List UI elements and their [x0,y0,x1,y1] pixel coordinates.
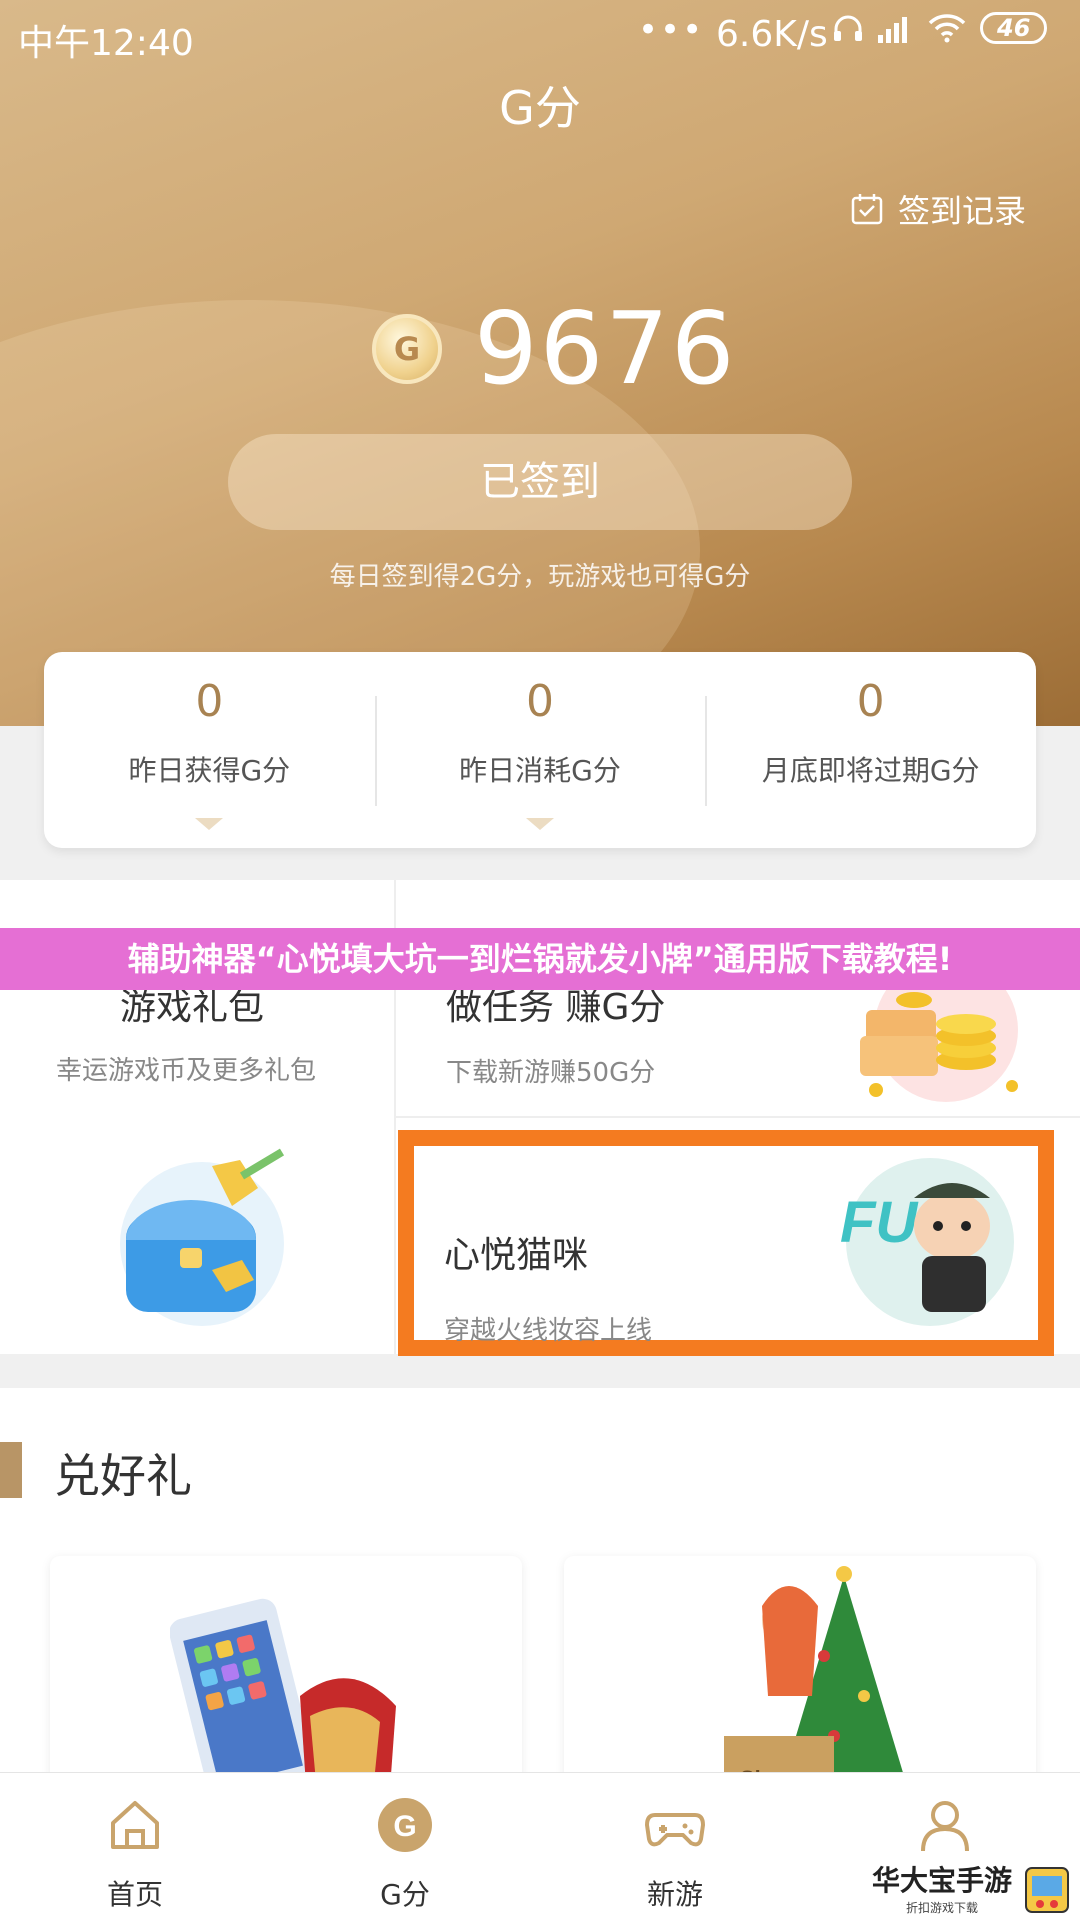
points-stats-card: 0 昨日获得G分 0 昨日消耗G分 0 月底即将过期G分 [44,652,1036,848]
sign-in-record-button[interactable]: 签到记录 [850,186,1026,232]
gift-pack-subtitle: 幸运游戏币及更多礼包 [56,1056,317,1086]
g-coin-icon: G [372,313,442,384]
headphones-icon [834,15,862,41]
sign-in-hint: 每日签到得2G分，玩游戏也可得G分 [329,562,751,592]
tab-label: 首页 [106,1878,163,1911]
g-coin-icon: G [378,1798,432,1852]
user-icon [921,1801,969,1852]
cat-card[interactable]: 心悦猫咪 穿越火线妆容上线 FUN [398,1130,1054,1356]
stat-value: 0 [526,676,554,727]
stat-label: 月底即将过期G分 [761,754,980,787]
watermark-tagline: 折扣游戏下载 [905,1901,978,1915]
cat-title: 心悦猫咪 [444,1235,589,1276]
points-value: 9676 [474,290,737,407]
exchange-title: 兑好礼 [54,1449,192,1503]
task-card[interactable]: 做任务 赚G分 下载新游赚50G分 [396,880,1080,1116]
promo-banner[interactable]: 辅助神器“心悦填大坑一到烂锅就发小牌”通用版下载教程! [0,928,1080,990]
stat-label: 昨日消耗G分 [459,754,621,787]
calendar-check-icon [851,194,883,225]
cat-soldier-image: FUN [840,1158,1014,1326]
watermark-text: 华大宝手游 折扣游戏下载 [872,1859,1012,1916]
sign-in-record-label: 签到记录 [898,192,1027,230]
network-speed: 6.6K/s [716,14,828,55]
status-time: 中午12:40 [18,23,194,64]
page-title: G分 [499,81,581,135]
svg-text:G: G [393,1810,416,1843]
treasure-chest-icon [120,1148,285,1326]
stat-value: 0 [195,676,224,727]
gamepad-icon [645,1813,705,1847]
points-display: G 9676 [372,290,737,407]
stat-value: 0 [856,676,885,727]
tab-home[interactable]: 首页 [0,1773,270,1920]
expand-arrow-icon [526,818,554,830]
status-icons: 46 [832,12,1048,44]
battery-indicator: 46 [980,12,1048,44]
task-subtitle: 下载新游赚50G分 [446,1058,656,1088]
more-dots-icon: ••• [638,10,705,50]
watermark-name: 华大宝手游 [871,1864,1012,1897]
section-accent-bar [0,1442,22,1498]
stat-label: 昨日获得G分 [128,754,291,787]
signed-in-button[interactable]: 已签到 [228,434,852,530]
tab-label: G分 [380,1878,430,1911]
home-icon [111,1801,159,1849]
status-bar: 中午12:40 ••• 6.6K/s 46 [0,0,1080,70]
watermark-logo-icon [1025,1867,1069,1913]
stat-yesterday-earned[interactable]: 0 昨日获得G分 [44,652,375,848]
wifi-icon [928,14,966,43]
expand-arrow-icon [195,818,224,830]
tab-label: 新游 [646,1878,703,1911]
stat-yesterday-spent[interactable]: 0 昨日消耗G分 [374,652,706,848]
tab-new-games[interactable]: 新游 [540,1773,810,1920]
stat-expiring[interactable]: 0 月底即将过期G分 [705,652,1036,848]
cat-subtitle: 穿越火线妆容上线 [444,1316,653,1346]
tab-g-points[interactable]: G G分 [270,1773,540,1920]
signal-icon [878,17,907,43]
divider [396,1116,1080,1118]
watermark: 华大宝手游 折扣游戏下载 [872,1859,1072,1916]
